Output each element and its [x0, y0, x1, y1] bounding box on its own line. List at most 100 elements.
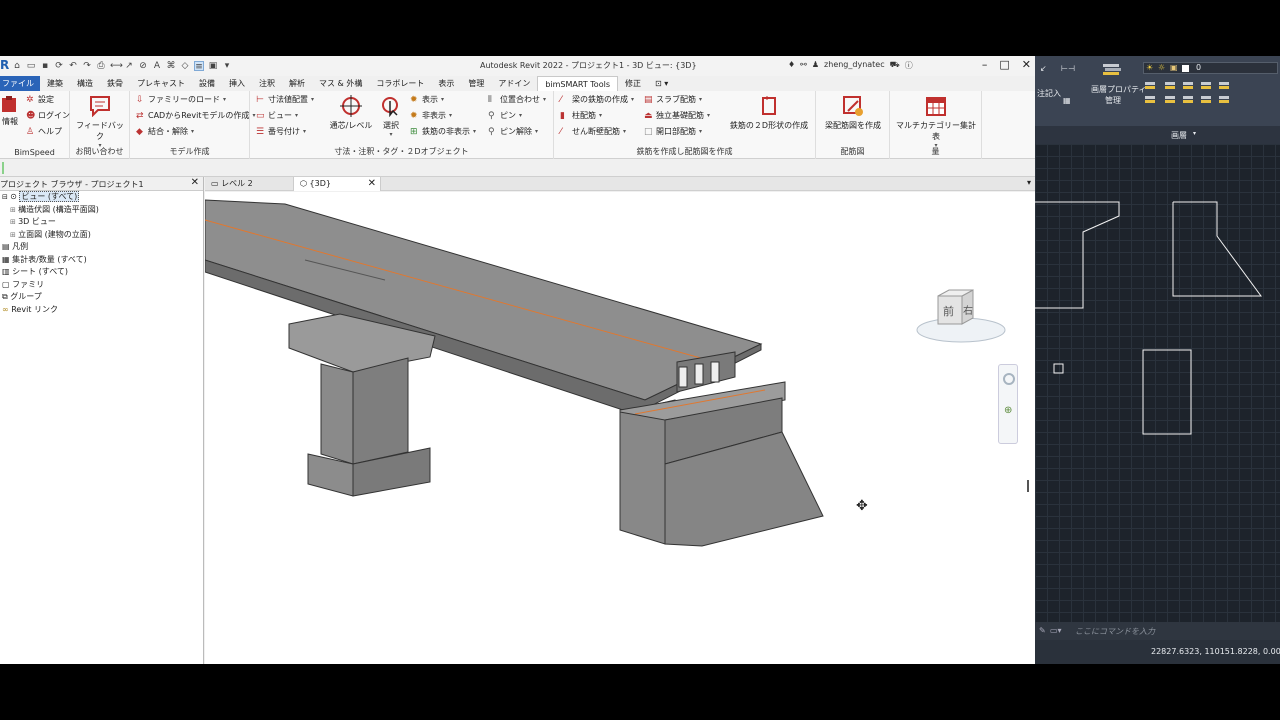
tabs-dropdown-icon[interactable]: ▾	[1027, 178, 1031, 187]
menu-manage[interactable]: 管理	[461, 76, 491, 91]
dim-place-button[interactable]: ⊢ 寸法値配置 ▾	[256, 94, 314, 105]
command-icon[interactable]: ▭▾	[1050, 626, 1062, 635]
wrench-icon[interactable]: ✎	[1039, 626, 1046, 635]
tree-item-revit-links[interactable]: ∞ Revit リンク	[0, 304, 203, 317]
customize-icon[interactable]: ▾	[222, 61, 232, 71]
menu-modify[interactable]: 修正	[618, 76, 648, 91]
revit-logo[interactable]: R	[0, 58, 10, 72]
settings-button[interactable]: ✲ 設定	[26, 94, 54, 105]
search-icon[interactable]: ♦	[788, 60, 795, 71]
menu-analyze[interactable]: 解析	[282, 76, 312, 91]
multi-category-schedule-button[interactable]: マルチカテゴリー集計表 ▾	[894, 95, 978, 149]
view-cube[interactable]: 前 右	[915, 288, 1007, 344]
undo-icon[interactable]: ↶	[68, 61, 78, 71]
print-icon[interactable]: ⎙	[96, 61, 106, 71]
menu-addins[interactable]: アドイン	[491, 76, 537, 91]
select-button[interactable]: 選択 ▾	[378, 95, 404, 138]
steering-wheel-icon[interactable]	[1003, 373, 1015, 385]
tree-item-views[interactable]: ⊟ ⊙ ビュー (すべて)	[0, 191, 203, 204]
maximize-button[interactable]: □	[999, 58, 1009, 71]
column-rebar-button[interactable]: ▮ 柱配筋 ▾	[560, 110, 602, 121]
close-button[interactable]: ✕	[1022, 58, 1031, 71]
beam-rebar-button[interactable]: ⁄ 梁の鉄筋の作成 ▾	[560, 94, 634, 105]
menu-systems[interactable]: 設備	[192, 76, 222, 91]
autocad-drawing-area[interactable]	[1035, 144, 1280, 624]
numbering-button[interactable]: ☰ 番号付け ▾	[256, 126, 306, 137]
opening-rebar-button[interactable]: □ 開口部配筋 ▾	[644, 126, 702, 137]
cart-icon[interactable]: ⛟	[890, 60, 900, 71]
section-icon[interactable]: ◇	[180, 61, 190, 71]
close-icon[interactable]: ✕	[191, 177, 199, 188]
login-button[interactable]: ☻ ログイン	[26, 110, 70, 121]
slab-rebar-button[interactable]: ▤ スラブ配筋 ▾	[644, 94, 702, 105]
3d-view-icon[interactable]: ⌘	[166, 61, 176, 71]
align-button[interactable]: ⫴ 位置合わせ ▾	[488, 94, 546, 105]
layer-properties-label[interactable]: 画層プロパティ	[1091, 84, 1147, 95]
zoom-icon[interactable]: ⊕	[1004, 405, 1012, 416]
chevron-down-icon[interactable]: ▾	[1193, 130, 1196, 137]
user-name[interactable]: zheng_dynatec	[824, 60, 885, 71]
redo-icon[interactable]: ↷	[82, 61, 92, 71]
menu-annotate[interactable]: 注釈	[252, 76, 282, 91]
tab-3d[interactable]: ⬡ {3D} ✕	[293, 177, 381, 191]
pin-button[interactable]: ⚲ ピン ▾	[488, 110, 522, 121]
tree-item-3d-views[interactable]: ⊞ 3D ビュー	[0, 216, 203, 229]
cad-to-revit-button[interactable]: ⇄ CADからRevitモデルの作成 ▾	[136, 110, 255, 121]
tree-item-sheets[interactable]: ▥ シート (すべて)	[0, 266, 203, 279]
view-button[interactable]: ▭ ビュー ▾	[256, 110, 298, 121]
sync-icon[interactable]: ⟳	[54, 61, 64, 71]
save-icon[interactable]: ▪	[40, 61, 50, 71]
shear-wall-rebar-button[interactable]: ⁄ せん断壁配筋 ▾	[560, 126, 626, 137]
show-button[interactable]: ✹ 表示 ▾	[410, 94, 444, 105]
help-button[interactable]: ♙ ヘルプ	[26, 126, 62, 137]
dimension-tool-icon[interactable]: ⊢⊣	[1061, 64, 1075, 73]
menu-precast[interactable]: プレキャスト	[130, 76, 192, 91]
tree-item-families[interactable]: ▢ ファミリ	[0, 279, 203, 292]
help-icon[interactable]: ⓘ	[905, 60, 913, 71]
menu-bimsmart[interactable]: bimSMART Tools	[537, 76, 618, 91]
join-button[interactable]: ◆ 結合・解除 ▾	[136, 126, 194, 137]
tree-item-legends[interactable]: ▤ 凡例	[0, 241, 203, 254]
tree-item-schedules[interactable]: ▦ 集計表/数量 (すべて)	[0, 254, 203, 267]
rebar-2d-shape-button[interactable]: 鉄筋の２D形状の作成	[726, 95, 812, 131]
thin-lines-icon[interactable]: ≡	[194, 61, 204, 72]
tree-item-elevations[interactable]: ⊞ 立面図 (建物の立面)	[0, 229, 203, 242]
3d-viewport[interactable]: 前 右 ⊕ ✥	[205, 192, 1035, 664]
hide-rebar-button[interactable]: ⊞ 鉄筋の非表示 ▾	[410, 126, 476, 137]
layer-manage-label[interactable]: 管理	[1105, 95, 1121, 106]
switch-windows-icon[interactable]: ▣	[208, 61, 218, 71]
close-tab-icon[interactable]: ✕	[368, 177, 376, 190]
layer-dropdown[interactable]: ☀ ☼ ▣ 0	[1143, 62, 1278, 74]
command-input[interactable]: ここにコマンドを入力	[1075, 626, 1155, 637]
menu-architecture[interactable]: 建築	[40, 76, 70, 91]
minimize-button[interactable]: –	[982, 58, 988, 71]
tab-level-2[interactable]: ▭ レベル 2	[205, 177, 293, 191]
tag-icon[interactable]: ⊘	[138, 61, 148, 71]
layer-group-label[interactable]: 画層	[1171, 130, 1187, 141]
menu-steel[interactable]: 鉄骨	[100, 76, 130, 91]
arrow-tool-icon[interactable]: ↙	[1040, 64, 1047, 73]
info-button[interactable]: 情報	[0, 95, 20, 127]
open-icon[interactable]: ▭	[26, 61, 36, 71]
footing-rebar-button[interactable]: ⏏ 独立基礎配筋 ▾	[644, 110, 710, 121]
beam-drawing-button[interactable]: 梁配筋図を作成	[820, 95, 886, 131]
scroll-indicator[interactable]	[1027, 480, 1029, 492]
dimension-icon[interactable]: ↗	[124, 61, 134, 71]
feedback-button[interactable]: フィードバック ▾	[76, 95, 124, 149]
menu-structure[interactable]: 構造	[70, 76, 100, 91]
measure-icon[interactable]: ⟷	[110, 61, 123, 71]
ribbon-toggle-icon[interactable]: ⊡ ▾	[648, 76, 675, 91]
note-label[interactable]: 注記入	[1037, 88, 1061, 99]
menu-insert[interactable]: 挿入	[222, 76, 252, 91]
grid-level-button[interactable]: 通芯/レベル	[328, 95, 374, 131]
command-line[interactable]: ✎ ▭▾ ここにコマンドを入力	[1035, 622, 1280, 640]
menu-view[interactable]: 表示	[431, 76, 461, 91]
family-load-button[interactable]: ⇩ ファミリーのロード ▾	[136, 94, 226, 105]
menu-massing[interactable]: マス & 外構	[312, 76, 369, 91]
hide-button[interactable]: ✹ 非表示 ▾	[410, 110, 452, 121]
binoculars-icon[interactable]: ⚯	[800, 60, 807, 71]
text-icon[interactable]: A	[152, 61, 162, 71]
home-icon[interactable]: ⌂	[12, 61, 22, 71]
layer-props-icon[interactable]	[1101, 62, 1123, 78]
tree-item-groups[interactable]: ⧉ グループ	[0, 291, 203, 304]
